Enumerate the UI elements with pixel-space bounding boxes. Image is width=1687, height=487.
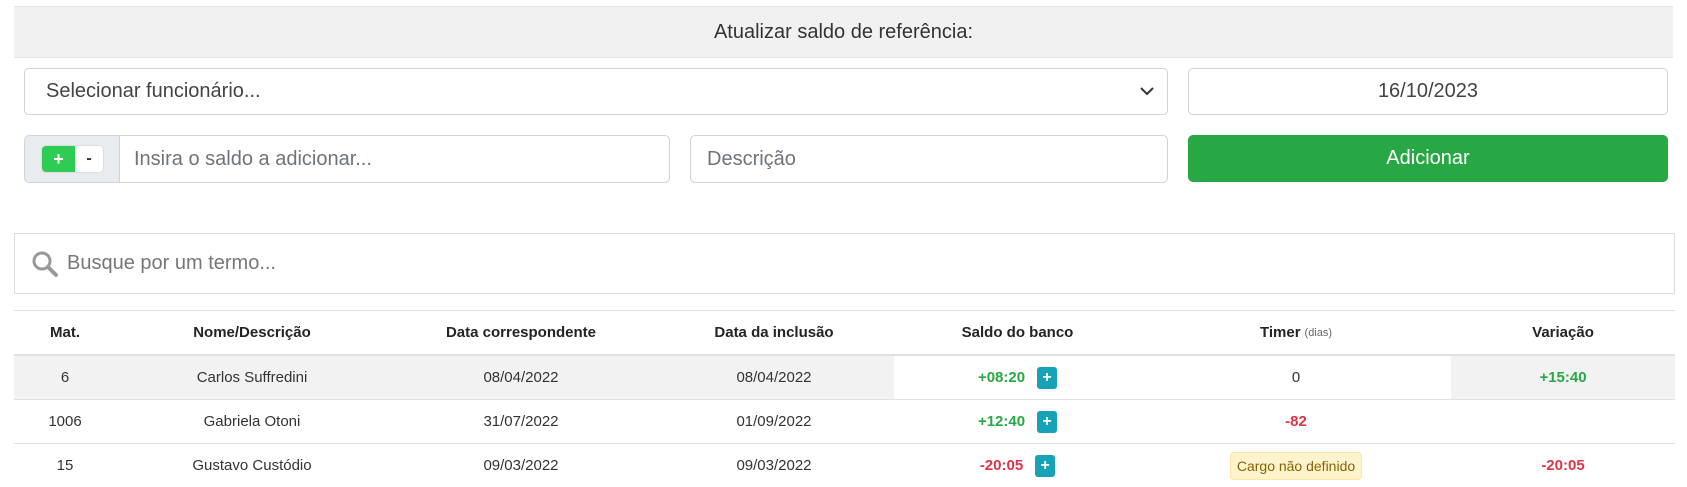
cell-saldo: +08:20 + xyxy=(894,356,1141,399)
table-row[interactable]: 1006 Gabriela Otoni 31/07/2022 01/09/202… xyxy=(14,400,1675,444)
cell-mat: 15 xyxy=(56,457,74,474)
header-data-inclusao[interactable]: Data da inclusão xyxy=(654,311,894,354)
employee-select[interactable]: Selecionar funcionário... xyxy=(24,68,1168,115)
cell-saldo: -20:05 + xyxy=(894,444,1141,487)
saldo-value: +12:40 xyxy=(977,413,1026,430)
search-icon xyxy=(32,251,58,277)
cell-data-correspondente: 31/07/2022 xyxy=(483,413,559,430)
cell-nome: Carlos Suffredini xyxy=(196,369,308,386)
header-saldo[interactable]: Saldo do banco xyxy=(894,311,1141,354)
cell-nome: Gustavo Custódio xyxy=(192,457,312,474)
cell-mat: 6 xyxy=(60,369,70,386)
header-timer-unit: (dias) xyxy=(1304,326,1333,339)
table-row[interactable]: 15 Gustavo Custódio 09/03/2022 09/03/202… xyxy=(14,444,1675,487)
cell-timer: 0 xyxy=(1141,356,1451,399)
sign-toggle-group: + - xyxy=(24,135,119,183)
cell-data-inclusao: 09/03/2022 xyxy=(736,457,812,474)
add-button[interactable]: Adicionar xyxy=(1188,135,1668,182)
cell-data-correspondente: 09/03/2022 xyxy=(483,457,559,474)
add-saldo-button[interactable]: + xyxy=(1035,454,1056,477)
search-input[interactable]: Busque por um termo... xyxy=(14,233,1675,294)
cell-mat: 1006 xyxy=(48,413,82,430)
header-variacao[interactable]: Variação xyxy=(1451,311,1675,354)
chevron-down-icon xyxy=(1140,87,1154,96)
search-placeholder: Busque por um termo... xyxy=(67,252,276,274)
header-data-correspondente[interactable]: Data correspondente xyxy=(388,311,654,354)
reference-balance-header: Atualizar saldo de referência: xyxy=(14,6,1673,58)
cell-variacao: +15:40 xyxy=(1539,369,1587,386)
saldo-value: -20:05 xyxy=(979,457,1024,474)
header-timer[interactable]: Timer (dias) xyxy=(1141,311,1451,354)
status-badge: Cargo não definido xyxy=(1229,451,1363,480)
cell-nome: Gabriela Otoni xyxy=(203,413,301,430)
cell-variacao xyxy=(1451,400,1675,443)
employee-select-label: Selecionar funcionário... xyxy=(46,80,261,102)
table-header: Mat. Nome/Descrição Data correspondente … xyxy=(14,311,1675,356)
header-mat[interactable]: Mat. xyxy=(14,311,116,354)
date-field[interactable]: 16/10/2023 xyxy=(1188,68,1668,115)
cell-data-correspondente: 08/04/2022 xyxy=(483,369,559,386)
balance-input[interactable]: Insira o saldo a adicionar... xyxy=(119,135,670,183)
cell-timer: Cargo não definido xyxy=(1141,444,1451,487)
header-timer-label: Timer xyxy=(1259,324,1301,341)
saldo-value: +08:20 xyxy=(977,369,1026,386)
description-input[interactable]: Descrição xyxy=(690,135,1168,183)
cell-variacao: -20:05 xyxy=(1541,457,1585,474)
cell-timer: -82 xyxy=(1285,413,1307,430)
add-saldo-button[interactable]: + xyxy=(1037,410,1058,433)
cell-data-inclusao: 01/09/2022 xyxy=(736,413,812,430)
cell-saldo: +12:40 + xyxy=(894,400,1141,443)
plus-sign-button[interactable]: + xyxy=(42,146,75,172)
header-nome[interactable]: Nome/Descrição xyxy=(116,311,388,354)
add-saldo-button[interactable]: + xyxy=(1037,366,1058,389)
minus-sign-button[interactable]: - xyxy=(75,146,103,172)
table-row[interactable]: 6 Carlos Suffredini 08/04/2022 08/04/202… xyxy=(14,356,1675,400)
cell-data-inclusao: 08/04/2022 xyxy=(736,369,812,386)
sign-toggle: + - xyxy=(41,145,104,173)
balance-table: Mat. Nome/Descrição Data correspondente … xyxy=(14,310,1675,487)
